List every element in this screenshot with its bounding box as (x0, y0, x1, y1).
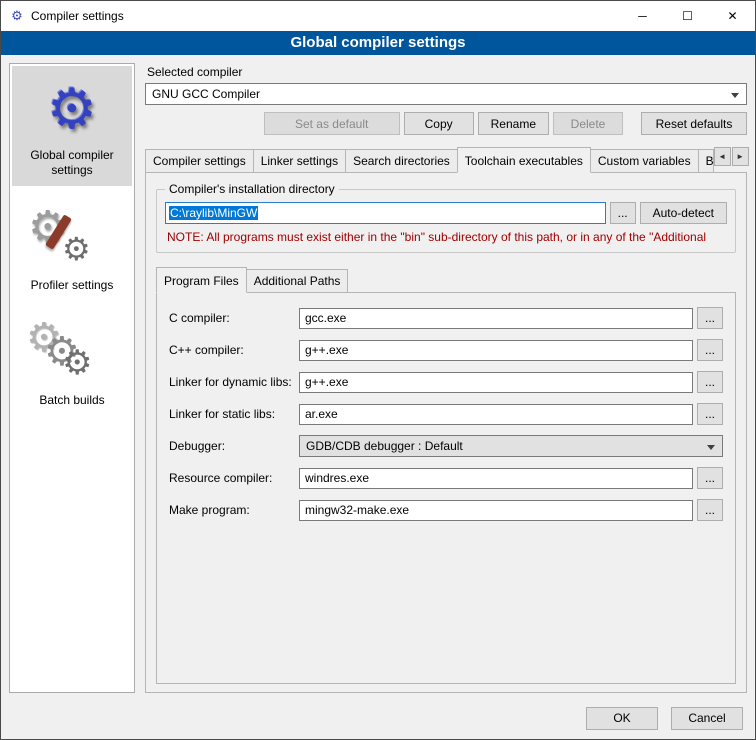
titlebar[interactable]: ⚙ Compiler settings ─ ☐ ✕ (1, 1, 755, 31)
selected-compiler-label: Selected compiler (147, 65, 747, 79)
field-row-debugger: Debugger: GDB/CDB debugger : Default (169, 435, 723, 457)
dialog-body: ⚙ Global compiler settings ⚙ ⚙ Profiler … (1, 55, 755, 697)
cpp-compiler-input[interactable] (299, 340, 693, 361)
program-files-tabstrip: Program Files Additional Paths (156, 267, 736, 292)
installation-directory-input[interactable]: C:\raylib\MinGW (165, 202, 606, 224)
minimize-button[interactable]: ─ (620, 1, 665, 31)
installation-directory-row: C:\raylib\MinGW ... Auto-detect (165, 202, 727, 224)
dynamic-linker-browse-button[interactable]: ... (697, 371, 723, 393)
tab-custom-variables[interactable]: Custom variables (590, 149, 699, 173)
window-title: Compiler settings (31, 9, 124, 23)
settings-tabstrip: Compiler settings Linker settings Search… (145, 147, 747, 172)
make-program-label: Make program: (169, 503, 299, 517)
copy-button[interactable]: Copy (404, 112, 474, 135)
static-linker-browse-button[interactable]: ... (697, 403, 723, 425)
resource-compiler-browse-button[interactable]: ... (697, 467, 723, 489)
sidebar-item-profiler-settings[interactable]: ⚙ ⚙ Profiler settings (12, 196, 132, 301)
dynamic-linker-label: Linker for dynamic libs: (169, 375, 299, 389)
dynamic-linker-input[interactable] (299, 372, 693, 393)
gear-stack-icon-3: ⚙ (62, 343, 92, 383)
sidebar-item-global-compiler-settings[interactable]: ⚙ Global compiler settings (12, 66, 132, 186)
arrow-right-icon: ► (736, 152, 744, 161)
resource-compiler-input[interactable] (299, 468, 693, 489)
debugger-value: GDB/CDB debugger : Default (306, 439, 463, 453)
rename-button[interactable]: Rename (478, 112, 549, 135)
debugger-label: Debugger: (169, 439, 299, 453)
compiler-actions: Set as default Copy Rename Delete Reset … (145, 112, 747, 135)
tab-toolchain-executables[interactable]: Toolchain executables (457, 147, 591, 173)
set-as-default-button[interactable]: Set as default (264, 112, 400, 135)
maximize-icon: ☐ (682, 9, 693, 23)
sidebar-item-batch-builds[interactable]: ⚙ ⚙ ⚙ Batch builds (12, 311, 132, 416)
field-row-dynamic-linker: Linker for dynamic libs: ... (169, 371, 723, 393)
app-icon: ⚙ (9, 8, 25, 24)
profiler-icon: ⚙ ⚙ (14, 204, 130, 276)
field-row-resource-compiler: Resource compiler: ... (169, 467, 723, 489)
chevron-down-icon (731, 93, 739, 98)
arrow-left-icon: ◄ (718, 152, 726, 161)
dialog-header: Global compiler settings (1, 31, 755, 55)
static-linker-input[interactable] (299, 404, 693, 425)
window-controls: ─ ☐ ✕ (620, 1, 755, 31)
toolchain-executables-panel: Compiler's installation directory C:\ray… (145, 172, 747, 693)
cpp-compiler-browse-button[interactable]: ... (697, 339, 723, 361)
blue-gear-icon: ⚙ (47, 77, 97, 140)
tab-linker-settings[interactable]: Linker settings (253, 149, 346, 173)
minimize-icon: ─ (638, 9, 647, 23)
field-row-make-program: Make program: ... (169, 499, 723, 521)
tab-search-directories[interactable]: Search directories (345, 149, 458, 173)
installation-directory-group-label: Compiler's installation directory (165, 182, 339, 196)
chevron-down-icon (707, 445, 715, 450)
maximize-button[interactable]: ☐ (665, 1, 710, 31)
tab-build-options[interactable]: Build (698, 149, 714, 173)
auto-detect-button[interactable]: Auto-detect (640, 202, 727, 224)
field-row-c-compiler: C compiler: ... (169, 307, 723, 329)
tab-scroll-right-button[interactable]: ► (732, 147, 749, 166)
tab-scroll-controls: ◄ ► (713, 147, 749, 166)
static-linker-label: Linker for static libs: (169, 407, 299, 421)
selected-compiler-value: GNU GCC Compiler (152, 87, 260, 101)
dialog-footer: OK Cancel (1, 697, 755, 739)
c-compiler-input[interactable] (299, 308, 693, 329)
settings-sidebar: ⚙ Global compiler settings ⚙ ⚙ Profiler … (9, 63, 135, 693)
close-button[interactable]: ✕ (710, 1, 755, 31)
cancel-button[interactable]: Cancel (671, 707, 743, 730)
installation-directory-value: C:\raylib\MinGW (169, 206, 258, 220)
subtab-program-files[interactable]: Program Files (156, 267, 247, 293)
ok-button[interactable]: OK (586, 707, 658, 730)
subtab-additional-paths[interactable]: Additional Paths (246, 269, 349, 293)
browse-directory-button[interactable]: ... (610, 202, 636, 224)
sidebar-item-label: Profiler settings (14, 278, 130, 293)
field-row-static-linker: Linker for static libs: ... (169, 403, 723, 425)
resource-compiler-label: Resource compiler: (169, 471, 299, 485)
delete-button[interactable]: Delete (553, 112, 623, 135)
tab-scroll-left-button[interactable]: ◄ (714, 147, 731, 166)
make-program-browse-button[interactable]: ... (697, 499, 723, 521)
c-compiler-label: C compiler: (169, 311, 299, 325)
note-text: NOTE: All programs must exist either in … (167, 230, 727, 244)
close-icon: ✕ (727, 9, 737, 23)
installation-directory-group: Compiler's installation directory C:\ray… (156, 189, 736, 253)
debugger-dropdown[interactable]: GDB/CDB debugger : Default (299, 435, 723, 457)
sidebar-item-label: Batch builds (14, 393, 130, 408)
batch-builds-icon: ⚙ ⚙ ⚙ (14, 319, 130, 391)
cpp-compiler-label: C++ compiler: (169, 343, 299, 357)
c-compiler-browse-button[interactable]: ... (697, 307, 723, 329)
make-program-input[interactable] (299, 500, 693, 521)
program-files-panel: C compiler: ... C++ compiler: ... Linker… (156, 292, 736, 684)
tab-compiler-settings[interactable]: Compiler settings (145, 149, 254, 173)
field-row-cpp-compiler: C++ compiler: ... (169, 339, 723, 361)
small-gear-icon: ⚙ (62, 230, 91, 268)
main-panel: Selected compiler GNU GCC Compiler Set a… (145, 63, 747, 693)
global-compiler-icon: ⚙ (14, 74, 130, 146)
reset-defaults-button[interactable]: Reset defaults (641, 112, 747, 135)
selected-compiler-dropdown[interactable]: GNU GCC Compiler (145, 83, 747, 105)
compiler-settings-dialog: ⚙ Compiler settings ─ ☐ ✕ Global compile… (0, 0, 756, 740)
sidebar-item-label: Global compiler settings (14, 148, 130, 178)
